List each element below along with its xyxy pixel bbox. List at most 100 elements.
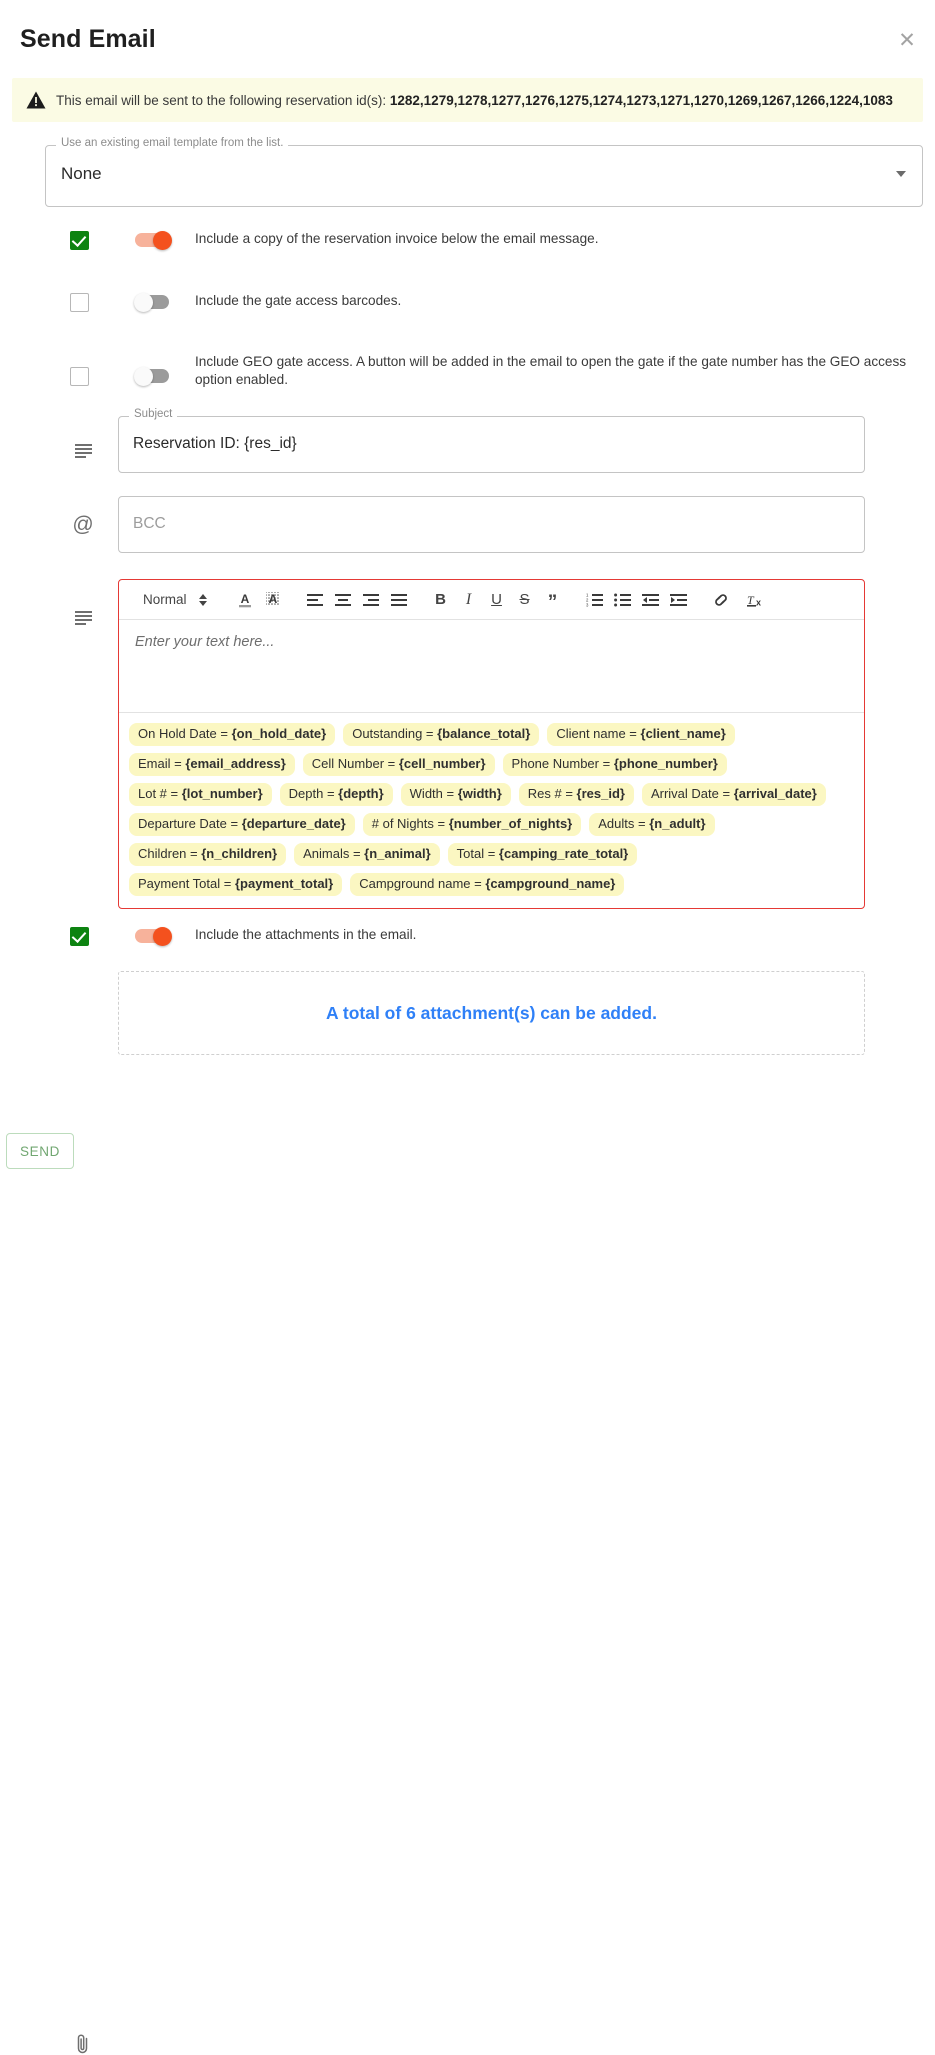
barcodes-toggle[interactable]	[134, 293, 173, 312]
merge-tag-label: Phone Number =	[511, 756, 614, 771]
barcodes-option-label: Include the gate access barcodes.	[195, 293, 402, 308]
link-icon[interactable]	[707, 586, 735, 614]
merge-tag[interactable]: Total = {camping_rate_total}	[447, 843, 638, 866]
merge-tag[interactable]: Adults = {n_adult}	[589, 813, 715, 836]
attachments-toggle[interactable]	[135, 927, 173, 946]
merge-tag-token: {n_animal}	[364, 846, 431, 861]
svg-text:A: A	[240, 592, 249, 606]
attachment-dropzone[interactable]: A total of 6 attachment(s) can be added.	[118, 971, 865, 1055]
indent-icon[interactable]	[665, 586, 693, 614]
email-template-label: Use an existing email template from the …	[56, 137, 289, 149]
reservation-ids-banner: This email will be sent to the following…	[12, 78, 923, 122]
chevron-down-icon[interactable]	[896, 171, 906, 177]
strikethrough-icon[interactable]: S	[511, 586, 539, 614]
highlight-color-icon[interactable]: A	[259, 586, 287, 614]
ordered-list-icon[interactable]: 1 2 3	[581, 586, 609, 614]
merge-tag[interactable]: Departure Date = {departure_date}	[129, 813, 355, 836]
underline-icon[interactable]: U	[483, 586, 511, 614]
format-select[interactable]: Normal	[127, 592, 221, 607]
merge-tag[interactable]: Client name = {client_name}	[547, 723, 735, 746]
merge-tag[interactable]: Lot # = {lot_number}	[129, 783, 272, 806]
close-icon[interactable]: ✕	[893, 26, 921, 54]
italic-icon[interactable]: I	[455, 586, 483, 614]
send-button[interactable]: SEND	[6, 1133, 74, 1169]
merge-tag-token: {cell_number}	[398, 756, 486, 771]
merge-tag-label: On Hold Date =	[138, 726, 232, 741]
merge-tag-label: Width =	[409, 786, 458, 801]
merge-tag[interactable]: Depth = {depth}	[279, 783, 393, 806]
merge-tag[interactable]: Animals = {n_animal}	[294, 843, 440, 866]
editor-body[interactable]: Enter your text here...	[119, 620, 864, 712]
merge-tag-label: Arrival Date =	[650, 786, 734, 801]
attachments-option-label: Include the attachments in the email.	[195, 927, 417, 942]
merge-tag-token: {arrival_date}	[733, 786, 817, 801]
merge-tag-token: {client_name}	[640, 726, 726, 741]
dialog-header: Send Email ✕	[0, 0, 935, 78]
merge-tag-token: {lot_number}	[181, 786, 263, 801]
merge-tag[interactable]: Phone Number = {phone_number}	[502, 753, 727, 776]
blockquote-icon[interactable]: ”	[539, 586, 567, 614]
merge-tag[interactable]: # of Nights = {number_of_nights}	[362, 813, 582, 836]
subject-label: Subject	[129, 408, 178, 420]
merge-tag-label: Animals =	[303, 846, 365, 861]
merge-tag-label: Departure Date =	[138, 816, 242, 831]
bcc-input[interactable]: BCC	[118, 496, 865, 553]
bcc-field-block: @ BCC	[0, 496, 900, 553]
merge-tag-label: Lot # =	[138, 786, 182, 801]
format-select-label: Normal	[143, 592, 187, 607]
merge-tag[interactable]: Res # = {res_id}	[518, 783, 634, 806]
email-template-select[interactable]: Use an existing email template from the …	[45, 137, 923, 207]
merge-tag[interactable]: Width = {width}	[400, 783, 511, 806]
merge-tag-label: Client name =	[556, 726, 641, 741]
merge-tag[interactable]: On Hold Date = {on_hold_date}	[129, 723, 336, 746]
align-justify-icon[interactable]	[385, 586, 413, 614]
merge-tag-label: Depth =	[288, 786, 339, 801]
bcc-outline	[118, 496, 865, 553]
outdent-icon[interactable]	[637, 586, 665, 614]
geo-checkbox[interactable]	[70, 367, 89, 386]
merge-tag[interactable]: Campground name = {campground_name}	[350, 873, 625, 896]
bullet-list-icon[interactable]	[609, 586, 637, 614]
merge-tag[interactable]: Arrival Date = {arrival_date}	[641, 783, 826, 806]
align-right-icon[interactable]	[357, 586, 385, 614]
merge-tag[interactable]: Email = {email_address}	[129, 753, 295, 776]
invoice-toggle[interactable]	[135, 231, 173, 250]
merge-tag-label: Payment Total =	[138, 876, 235, 891]
banner-text: This email will be sent to the following…	[56, 93, 893, 108]
paperclip-icon	[70, 2033, 96, 2055]
clear-format-icon[interactable]: T x	[742, 586, 770, 614]
subject-input[interactable]: Subject Reservation ID: {res_id}	[118, 408, 865, 473]
merge-tag[interactable]: Outstanding = {balance_total}	[343, 723, 540, 746]
merge-tag-token: {camping_rate_total}	[498, 846, 629, 861]
merge-tag-token: {phone_number}	[613, 756, 718, 771]
attachments-checkbox[interactable]	[70, 927, 89, 946]
chevron-updown-icon	[198, 593, 207, 606]
align-center-icon[interactable]	[329, 586, 357, 614]
geo-toggle[interactable]	[134, 367, 173, 386]
merge-tag-token: {payment_total}	[234, 876, 334, 891]
bcc-placeholder: BCC	[133, 515, 166, 532]
bold-icon[interactable]: B	[427, 586, 455, 614]
banner-prefix: This email will be sent to the following…	[56, 92, 390, 108]
subject-field-block: Subject Reservation ID: {res_id}	[0, 408, 900, 473]
toggle-knob	[153, 231, 172, 250]
merge-tag[interactable]: Children = {n_children}	[129, 843, 287, 866]
rich-text-editor[interactable]: Normal A A B I U S ” 1 2 3 T x Enter you…	[118, 579, 865, 909]
merge-tag-token: {n_adult}	[649, 816, 706, 831]
font-color-icon[interactable]: A	[231, 586, 259, 614]
invoice-checkbox[interactable]	[70, 231, 89, 250]
align-left-icon[interactable]	[301, 586, 329, 614]
merge-tag-label: Children =	[138, 846, 202, 861]
option-row-barcodes: Include the gate access barcodes.	[70, 291, 915, 312]
merge-tag-label: Email =	[138, 756, 186, 771]
barcodes-checkbox[interactable]	[70, 293, 89, 312]
merge-tag[interactable]: Cell Number = {cell_number}	[302, 753, 495, 776]
at-sign-icon: @	[72, 513, 94, 536]
merge-tag-token: {campground_name}	[485, 876, 616, 891]
merge-tag-label: # of Nights =	[371, 816, 449, 831]
merge-tag-token: {on_hold_date}	[231, 726, 327, 741]
email-template-value: None	[61, 164, 102, 183]
merge-tag[interactable]: Payment Total = {payment_total}	[129, 873, 343, 896]
merge-tag-token: {depth}	[338, 786, 384, 801]
subject-value: Reservation ID: {res_id}	[133, 435, 297, 452]
